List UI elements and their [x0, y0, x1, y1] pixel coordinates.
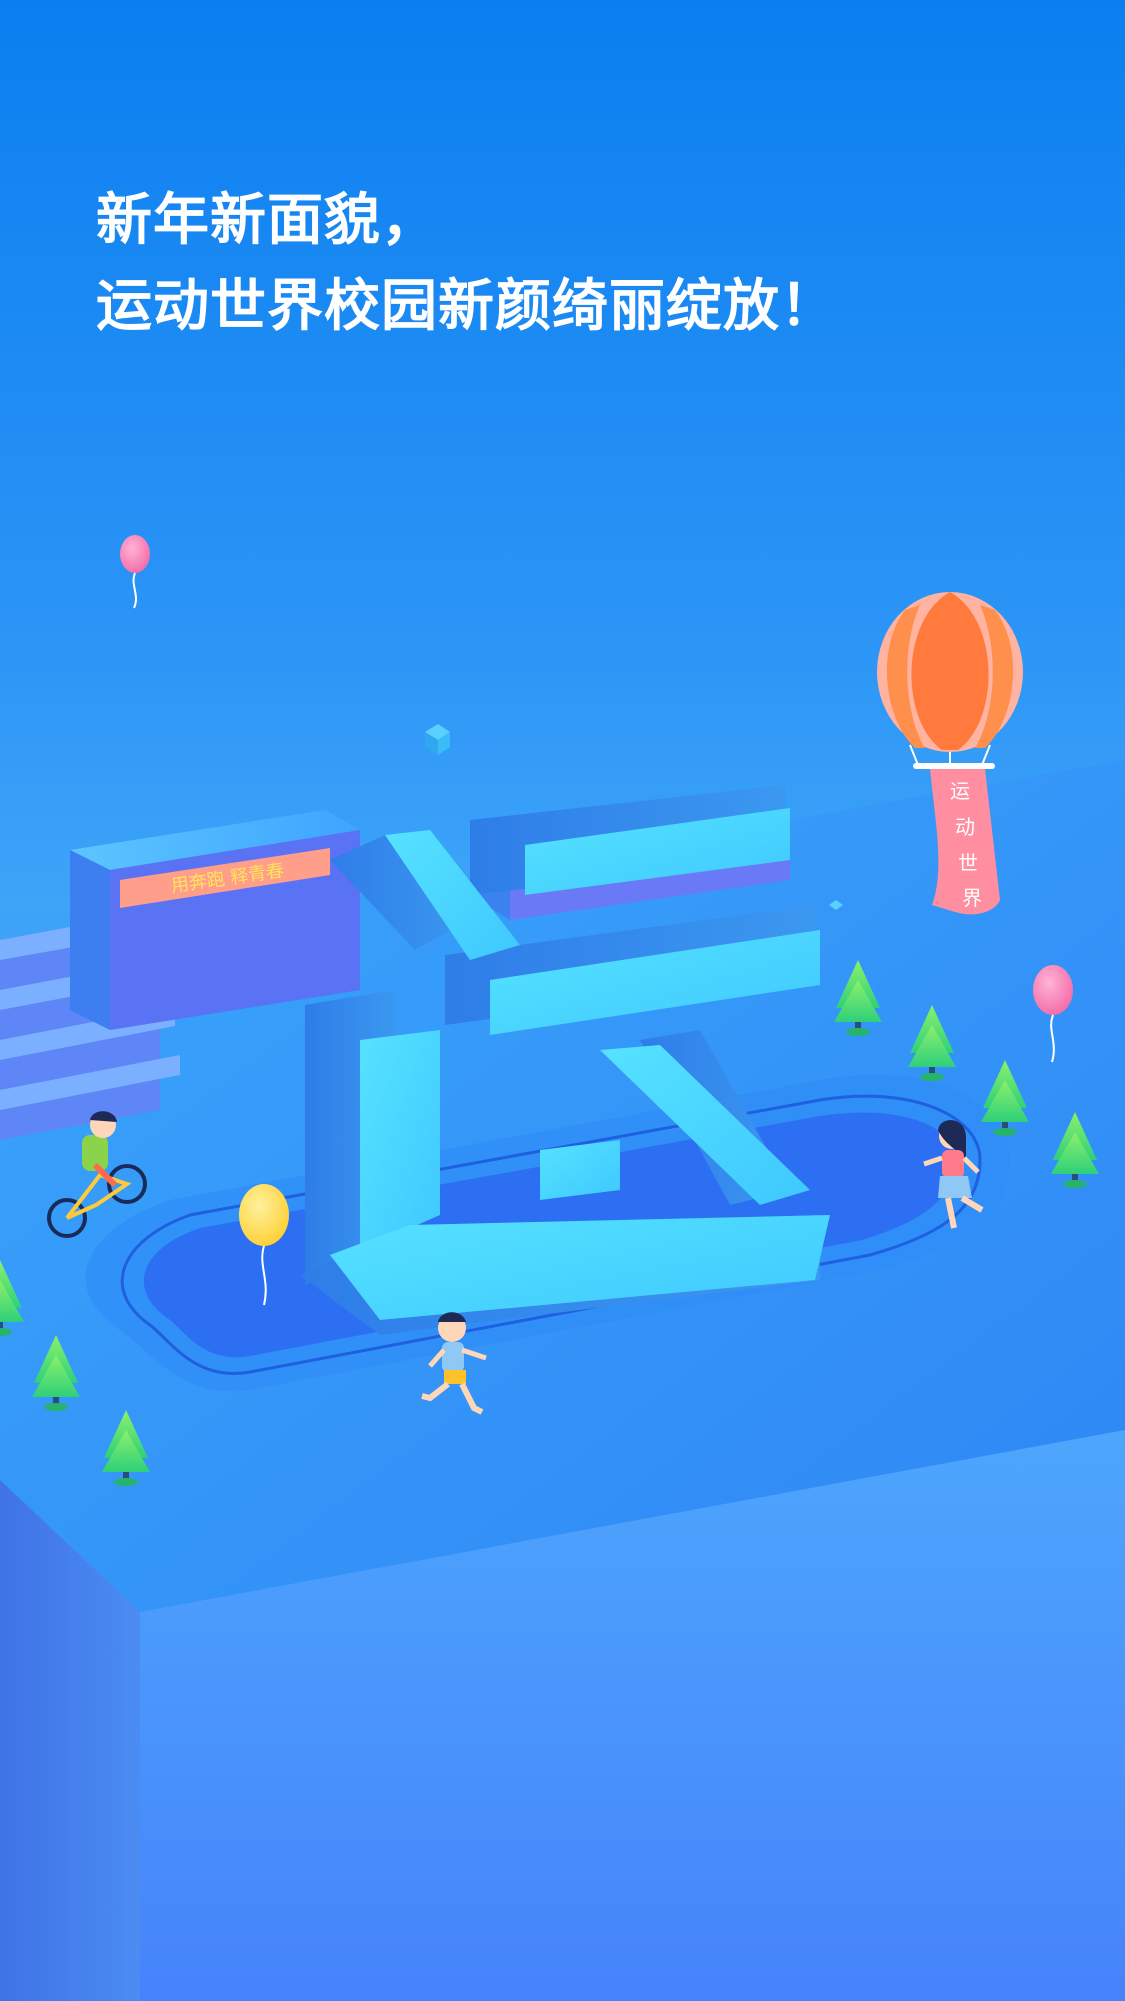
balloon-flag-char-4: 界: [962, 886, 982, 910]
pink-balloon-left-icon: [120, 535, 150, 609]
balloon-flag-char-1: 运: [950, 779, 970, 803]
balloon-flag-char-2: 动: [955, 815, 975, 839]
balloon-flag-char-3: 世: [958, 851, 978, 875]
campus-illustration: 用奔跑 释青春 运 动 世 界: [0, 535, 1125, 2001]
